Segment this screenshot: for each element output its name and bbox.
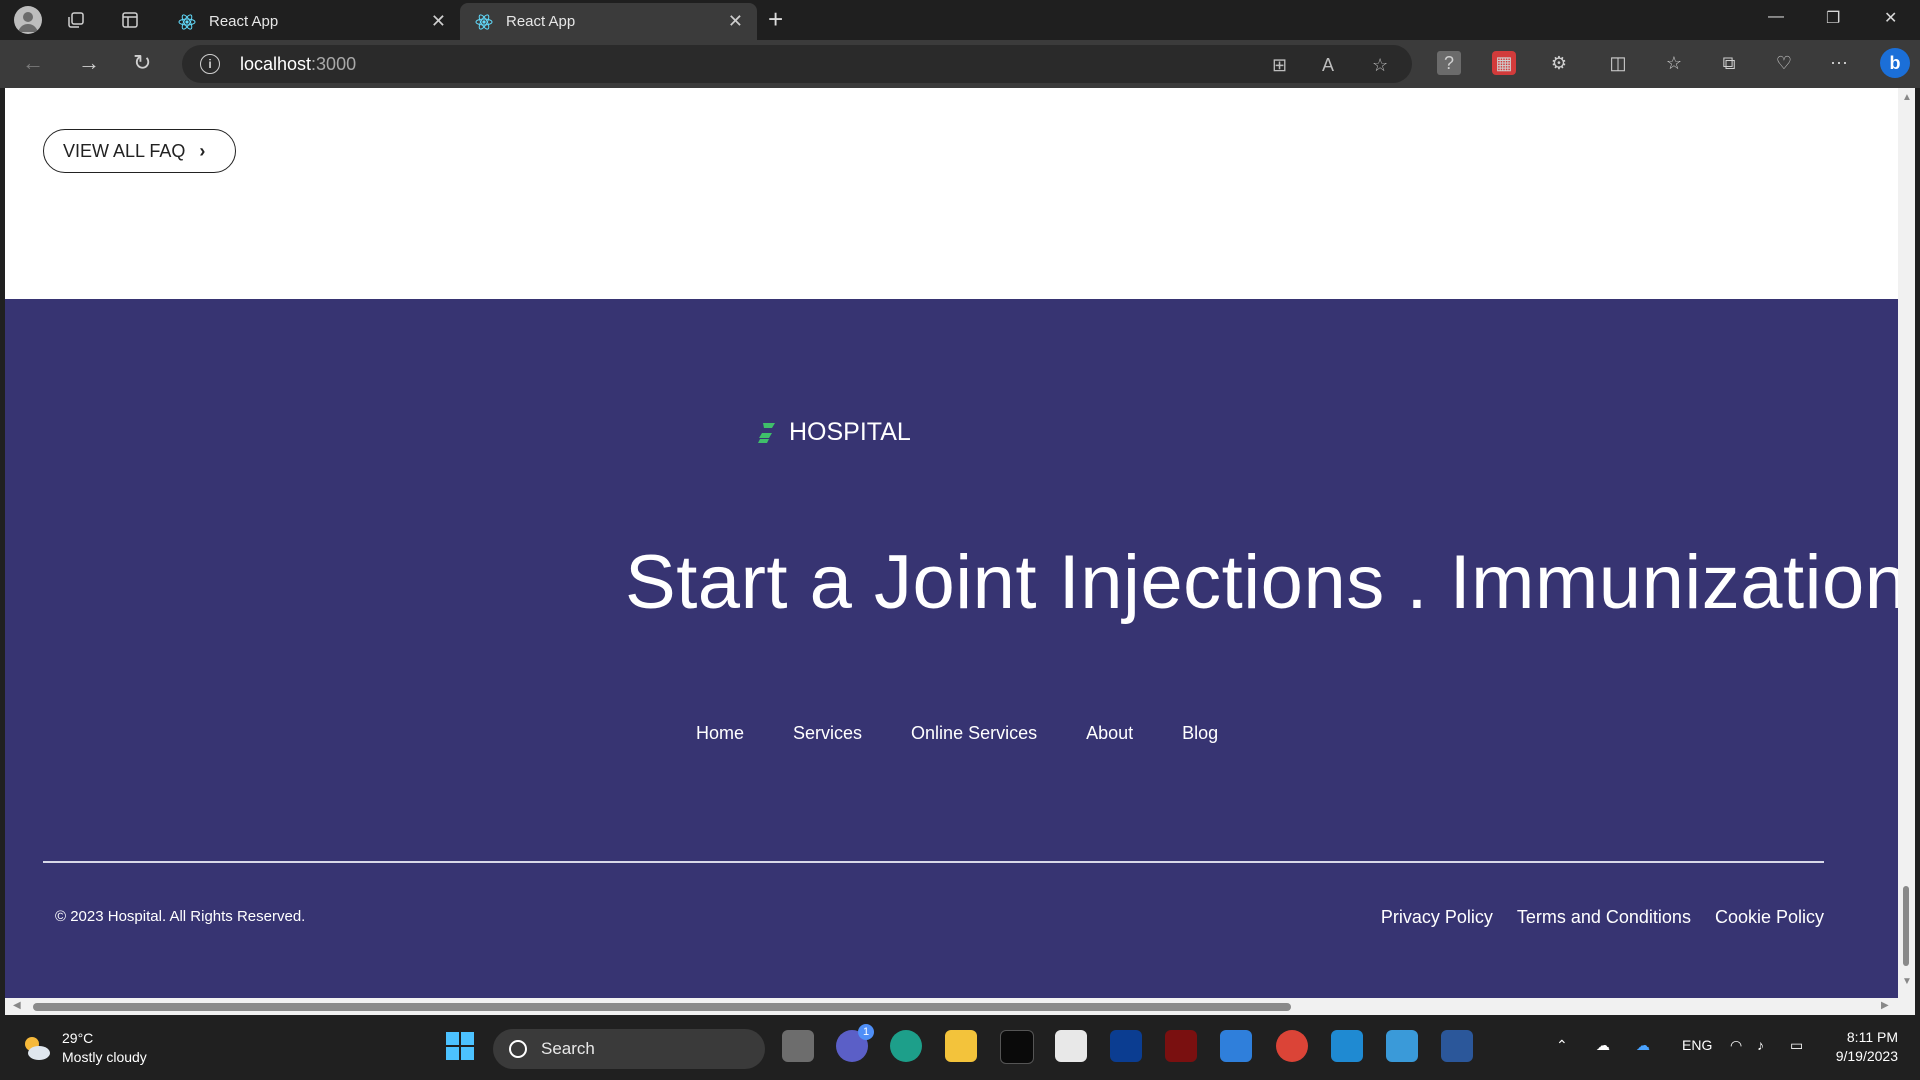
vertical-scroll-thumb[interactable] [1903,886,1909,966]
hospital-logo-icon [758,422,775,443]
vscode-icon[interactable] [1331,1030,1363,1062]
address-bar[interactable]: i localhost:3000 ⊞ A ☆ [182,45,1412,83]
scroll-up-icon[interactable]: ▲ [1902,92,1912,103]
footer-nav: Home Services Online Services About Blog [696,723,1267,744]
split-screen-icon[interactable]: ◫ [1606,51,1630,75]
footer-divider [43,861,1824,863]
weather-temp: 29°C [62,1030,94,1046]
footer-link-about[interactable]: About [1086,723,1133,744]
faq-button-label: VIEW ALL FAQ [63,140,186,161]
microsoft-store-icon[interactable] [1055,1030,1087,1062]
back-icon[interactable]: ← [22,50,44,76]
browser-toolbar: ← → ↻ i localhost:3000 ⊞ A ☆ ? ▦ ⚙ ◫ ☆ ⧉… [0,40,1920,88]
weather-condition: Mostly cloudy [62,1049,147,1065]
partly-cloudy-icon [25,1037,50,1060]
show-hidden-icons[interactable]: ⌃ [1556,1037,1568,1054]
new-tab-icon[interactable]: + [768,6,783,32]
chat-badge: 1 [858,1024,874,1040]
windows-taskbar: 29°C Mostly cloudy Search 1 ⌃ ☁ ☁ ENG ◠ … [0,1015,1920,1080]
edge-browser-icon[interactable] [890,1030,922,1062]
react-logo-icon [178,13,196,30]
tab-react-app-2[interactable]: React App ✕ [460,3,757,40]
close-tab-icon[interactable]: ✕ [728,12,743,30]
footer-brand[interactable]: HOSPITAL [755,418,911,447]
collections-icon[interactable]: ⧉ [1717,51,1741,75]
volume-icon[interactable]: ♪ [1757,1037,1764,1053]
horizontal-scrollbar[interactable]: ◀ ▶ [5,998,1915,1015]
file-explorer-icon[interactable] [945,1030,977,1062]
legal-links: Privacy Policy Terms and Conditions Cook… [1357,907,1824,928]
clock-date: 9/19/2023 [1835,1048,1898,1064]
minimize-icon[interactable]: — [1768,8,1784,26]
footer-link-home[interactable]: Home [696,723,744,744]
more-options-icon[interactable]: ⋯ [1827,51,1851,75]
footer-link-online-services[interactable]: Online Services [911,723,1037,744]
windows-start-icon[interactable] [445,1031,475,1061]
read-aloud-icon[interactable]: A [1322,55,1334,76]
footer-link-services[interactable]: Services [793,723,862,744]
refresh-icon[interactable]: ↻ [133,50,151,76]
onedrive-icon[interactable]: ☁ [1596,1037,1610,1054]
favorites-icon[interactable]: ☆ [1662,51,1686,75]
react-logo-icon [475,13,493,30]
restore-icon[interactable]: ❐ [1826,8,1840,28]
clock-time: 8:11 PM [1846,1029,1898,1045]
tab-title: React App [209,13,279,30]
help-extension-icon[interactable]: ? [1437,51,1461,75]
view-all-faq-button[interactable]: VIEW ALL FAQ › [43,129,236,173]
media-app-icon[interactable] [1110,1030,1142,1062]
extensions-puzzle-icon[interactable]: ⚙ [1547,51,1571,75]
wifi-icon[interactable]: ◠ [1730,1037,1742,1054]
system-clock[interactable]: 8:11 PM 9/19/2023 [1836,1028,1898,1066]
task-view-icon[interactable] [782,1030,814,1062]
horizontal-scroll-thumb[interactable] [33,1003,1291,1011]
vertical-scrollbar[interactable]: ▲ ▼ [1898,88,1915,998]
browser-tab-bar: React App ✕ React App ✕ + — ❐ ✕ [0,0,1920,40]
weather-widget[interactable]: 29°C Mostly cloudy [20,1029,147,1067]
extension-red-icon[interactable]: ▦ [1492,51,1516,75]
tab-actions-icon[interactable] [117,7,143,33]
red-app-icon[interactable] [1165,1030,1197,1062]
services-marquee: Start a Joint Injections . Immunizations [625,540,1898,625]
scroll-down-icon[interactable]: ▼ [1902,976,1912,987]
scroll-right-icon[interactable]: ▶ [1881,1000,1889,1011]
cookie-policy-link[interactable]: Cookie Policy [1715,907,1824,928]
teams-chat-icon[interactable]: 1 [836,1024,874,1062]
mail-app-icon[interactable] [1000,1030,1034,1064]
copyright-text: © 2023 Hospital. All Rights Reserved. [55,908,306,925]
copilot-icon[interactable]: b [1880,48,1910,78]
onedrive-business-icon[interactable]: ☁ [1636,1037,1650,1054]
footer-link-blog[interactable]: Blog [1182,723,1218,744]
privacy-policy-link[interactable]: Privacy Policy [1381,907,1493,928]
battery-icon[interactable]: ▭ [1790,1037,1803,1054]
site-info-icon[interactable]: i [200,54,220,74]
paint-app-icon[interactable] [1386,1030,1418,1062]
url-text[interactable]: localhost:3000 [240,54,356,75]
forward-icon[interactable]: → [78,50,100,76]
chrome-icon[interactable] [1276,1030,1308,1062]
outlook-mail-icon[interactable] [1220,1030,1252,1062]
terms-conditions-link[interactable]: Terms and Conditions [1517,907,1691,928]
close-window-icon[interactable]: ✕ [1884,8,1897,28]
workspaces-icon[interactable] [63,7,89,33]
favorite-star-icon[interactable]: ☆ [1372,55,1388,76]
app-available-icon[interactable]: ⊞ [1272,55,1287,76]
word-icon[interactable] [1441,1030,1473,1062]
tab-react-app-1[interactable]: React App ✕ [163,3,460,40]
close-tab-icon[interactable]: ✕ [431,12,446,30]
brand-name: HOSPITAL [789,418,911,446]
browser-essentials-icon[interactable]: ♡ [1772,51,1796,75]
taskbar-search[interactable]: Search [493,1029,765,1069]
page-viewport: VIEW ALL FAQ › HOSPITAL Start a Joint In… [5,88,1898,998]
scroll-left-icon[interactable]: ◀ [13,1000,21,1011]
chevron-right-icon: › [199,140,206,161]
profile-avatar[interactable] [14,6,42,34]
site-footer: HOSPITAL Start a Joint Injections . Immu… [5,299,1898,998]
tab-title: React App [506,13,576,30]
language-indicator[interactable]: ENG [1682,1037,1712,1053]
search-placeholder: Search [541,1039,595,1058]
search-icon [509,1040,527,1058]
